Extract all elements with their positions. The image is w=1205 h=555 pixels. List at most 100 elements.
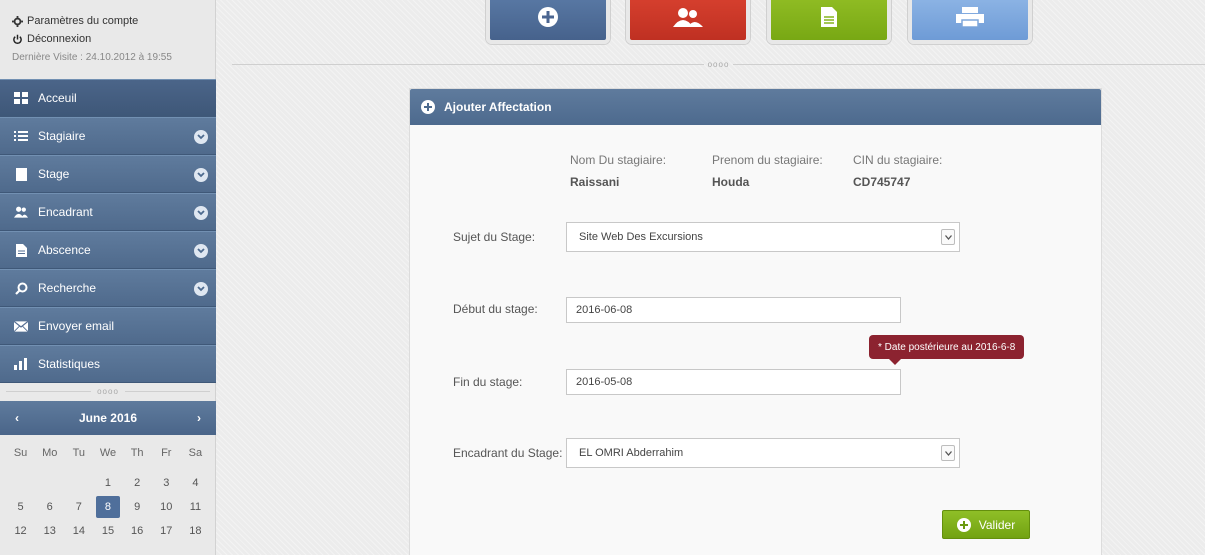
print-button[interactable] [908,0,1032,44]
end-date-label: Fin du stage: [453,375,523,389]
sidebar-item-stagiaire[interactable]: Stagiaire [0,117,216,155]
account-settings-label: Paramètres du compte [27,15,139,27]
calendar-day-number: 13 [43,525,56,537]
calendar-day[interactable]: 3 [152,471,181,495]
chevron-down-icon[interactable] [194,168,208,182]
calendar-day-number: 15 [101,525,115,537]
calendar-day-number: 3 [163,477,170,489]
calendar: ‹ June 2016 › Su Mo Tu We Th Fr Sa 1 2 3… [0,401,216,543]
plus-circle-icon [421,100,435,114]
sidebar-item-stage[interactable]: Stage [0,155,216,193]
sidebar-item-acceuil[interactable]: Acceuil [0,79,216,117]
calendar-day-number: 12 [14,525,27,537]
users-button[interactable] [626,0,750,44]
sidebar-item-label: Stage [38,167,70,181]
bar-chart-icon [14,357,28,371]
calendar-day[interactable]: 14 [64,519,93,543]
list-icon [14,129,28,143]
sidebar-item-label: Encadrant [38,205,93,219]
supervisor-label: Encadrant du Stage: [453,446,563,460]
logout-link[interactable]: Déconnexion [12,30,205,48]
calendar-day-number: 14 [72,525,85,537]
trainee-cin-value: CD745747 [853,175,911,189]
subject-label: Sujet du Stage: [453,230,536,244]
chevron-down-icon [941,445,955,461]
trainee-firstname-label: Prenom du stagiaire: [712,153,823,167]
power-icon [13,34,22,44]
sidebar-item-envoyer-email[interactable]: Envoyer email [0,307,216,345]
sidebar-item-label: Recherche [38,281,97,295]
end-date-value: 2016-05-08 [576,376,633,388]
date-error-tooltip: * Date postérieure au 2016-6-8 [869,335,1025,365]
document-button[interactable] [767,0,891,44]
calendar-day[interactable]: 10 [152,495,181,519]
calendar-day[interactable]: 11 [181,495,210,519]
sidebar-nav: Acceuil Stagiaire Stage Encadrant Abscen… [0,79,216,399]
calendar-day[interactable]: 1 [93,471,122,495]
start-date-label: Début du stage: [453,302,538,316]
calendar-day[interactable]: 7 [64,495,93,519]
trainee-name-value: Raissani [570,175,620,189]
calendar-weekday: Fr [161,447,172,459]
subject-select[interactable]: Site Web Des Excursions [566,222,960,252]
start-date-input[interactable]: 2016-06-08 [566,297,901,323]
sidebar-item-encadrant[interactable]: Encadrant [0,193,216,231]
trainee-cin-info: CIN du stagiaire: CD745747 [853,153,942,189]
calendar-next-button[interactable]: › [192,411,206,425]
calendar-day[interactable]: 15 [93,519,122,543]
chevron-down-icon[interactable] [194,244,208,258]
calendar-weekday: Mo [42,447,58,459]
chevron-down-icon[interactable] [194,282,208,296]
calendar-day[interactable]: 4 [181,471,210,495]
subject-select-value: Site Web Des Excursions [579,231,703,243]
calendar-day-selected[interactable]: 8 [93,495,122,519]
calendar-empty-cell [6,471,35,495]
chevron-down-icon [941,229,955,245]
calendar-day[interactable]: 9 [123,495,152,519]
chevron-down-icon[interactable] [194,206,208,220]
sidebar-item-label: Acceuil [38,91,77,105]
calendar-day-number: 10 [160,501,173,513]
end-date-input[interactable]: 2016-05-08 [566,369,901,395]
calendar-day[interactable]: 13 [35,519,64,543]
document-icon [14,167,28,181]
submit-button[interactable]: Valider [942,510,1030,539]
content-divider: oooo [232,60,1205,69]
sidebar-item-statistiques[interactable]: Statistiques [0,345,216,383]
calendar-grid: Su Mo Tu We Th Fr Sa 1 2 3 4 5 6 7 8 9 1… [0,435,216,543]
account-settings-link[interactable]: Paramètres du compte [12,12,205,30]
calendar-day-number: 4 [192,477,199,489]
last-visit-text: Dernière Visite : 24.10.2012 à 19:55 [12,52,172,63]
trainee-firstname-value: Houda [712,175,750,189]
start-date-value: 2016-06-08 [576,304,633,316]
calendar-weekday: Sa [188,447,203,459]
calendar-prev-button[interactable]: ‹ [10,411,24,425]
gear-icon [12,15,23,27]
calendar-day[interactable]: 18 [181,519,210,543]
sidebar-item-abscence[interactable]: Abscence [0,231,216,269]
calendar-day[interactable]: 16 [123,519,152,543]
calendar-day-number: 1 [104,477,112,489]
trainee-name-label: Nom Du stagiaire: [570,153,667,167]
panel-header: Ajouter Affectation [410,89,1101,125]
calendar-day[interactable]: 6 [35,495,64,519]
sidebar-item-recherche[interactable]: Recherche [0,269,216,307]
calendar-day-number: 11 [189,501,202,513]
add-assignment-panel: Ajouter Affectation Nom Du stagiaire: Ra… [409,88,1102,555]
calendar-day[interactable]: 2 [123,471,152,495]
calendar-header: ‹ June 2016 › [0,401,216,435]
calendar-day-number: 8 [95,496,120,518]
add-button[interactable] [486,0,610,44]
sidebar-item-label: Stagiaire [38,129,86,143]
calendar-day[interactable]: 17 [152,519,181,543]
calendar-day-number: 5 [17,501,24,513]
users-icon [14,205,28,219]
chevron-down-icon[interactable] [194,130,208,144]
calendar-day-number: 6 [46,501,53,513]
calendar-weekday: Su [13,447,28,459]
trainee-firstname-info: Prenom du stagiaire: Houda [712,153,823,189]
supervisor-select[interactable]: EL OMRI Abderrahim [566,438,960,468]
calendar-day[interactable]: 5 [6,495,35,519]
calendar-day[interactable]: 12 [6,519,35,543]
content-divider-dots: oooo [707,60,730,69]
